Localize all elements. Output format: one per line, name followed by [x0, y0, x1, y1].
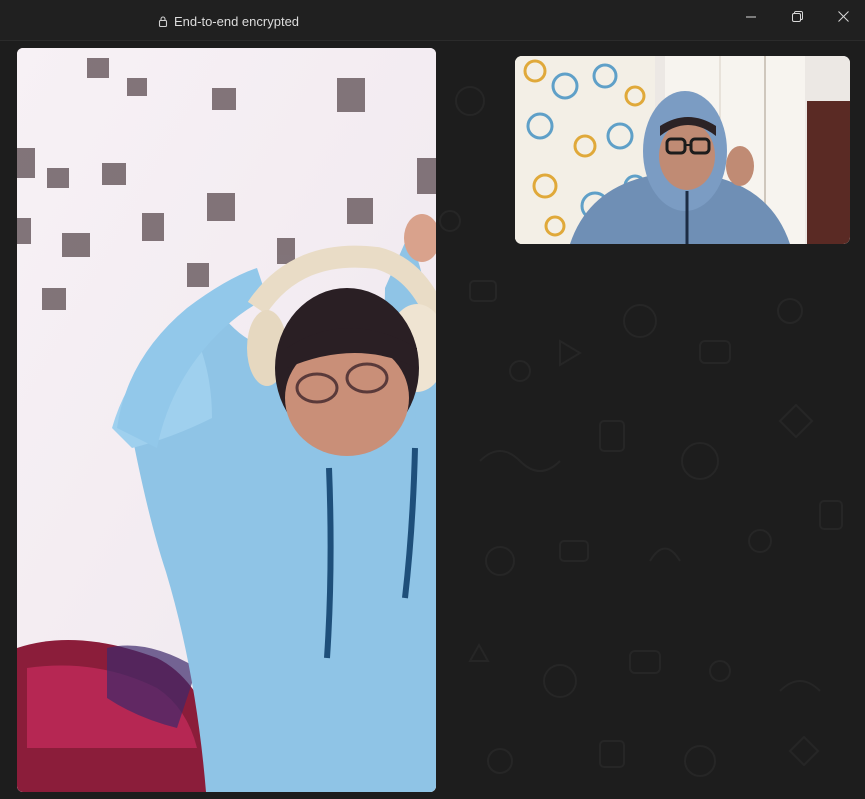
lock-icon	[158, 15, 168, 27]
self-preview-image	[515, 56, 850, 244]
minimize-button[interactable]	[728, 0, 774, 33]
title-bar: End-to-end encrypted	[0, 0, 865, 41]
minimize-icon	[746, 12, 756, 22]
restore-button[interactable]	[774, 0, 820, 33]
encryption-status: End-to-end encrypted	[158, 12, 299, 30]
encryption-label: End-to-end encrypted	[174, 13, 300, 29]
remote-participant-image	[17, 48, 436, 792]
remote-participant-video	[17, 48, 436, 792]
close-button[interactable]	[820, 0, 865, 33]
self-preview-video	[515, 56, 850, 244]
close-icon	[837, 11, 849, 22]
restore-icon	[791, 11, 803, 22]
